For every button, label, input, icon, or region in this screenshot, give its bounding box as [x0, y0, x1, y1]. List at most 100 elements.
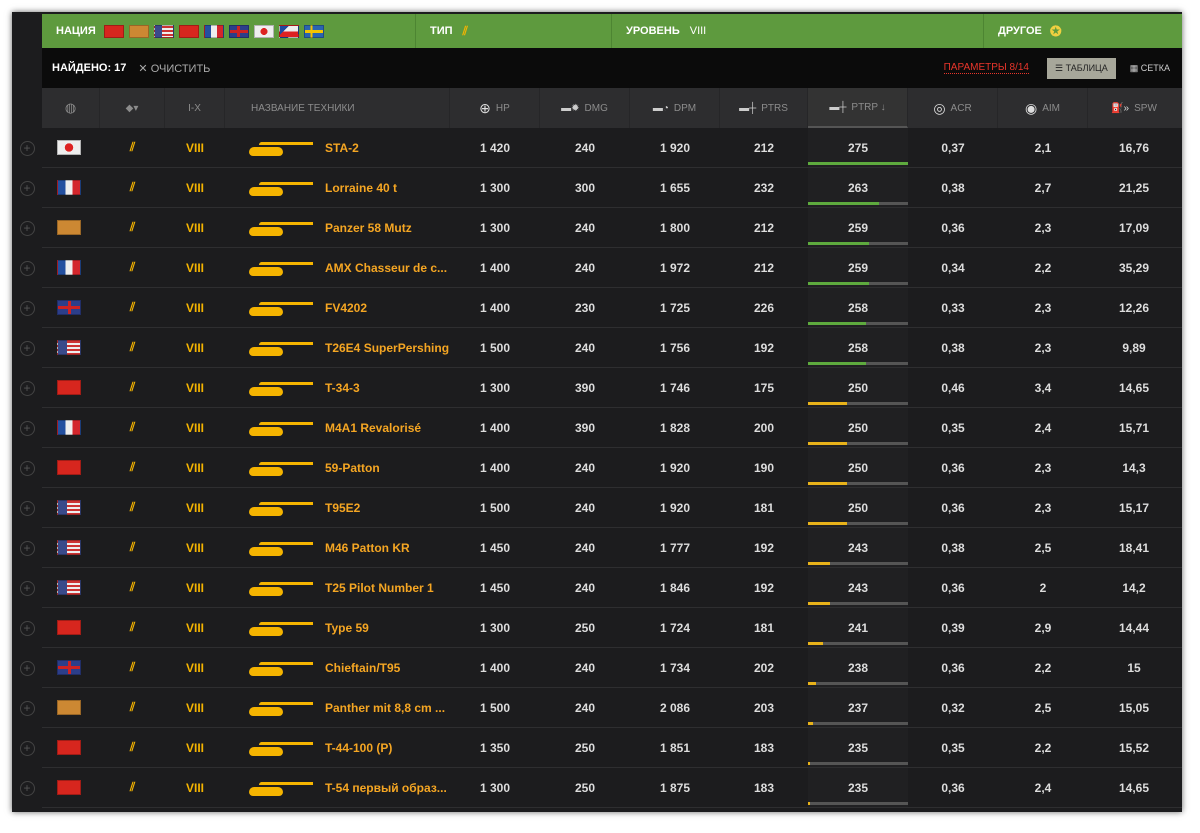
add-compare-button[interactable]: +: [12, 128, 42, 168]
vehicle-name-cell[interactable]: AMX Chasseur de c...: [225, 248, 450, 287]
add-compare-button[interactable]: +: [12, 768, 42, 808]
dpm-value: 2 086: [659, 700, 691, 715]
level-filter[interactable]: УРОВЕНЬ VIII: [612, 14, 984, 48]
vehicle-name: Chieftain/T95: [325, 660, 401, 675]
add-compare-button[interactable]: +: [12, 608, 42, 648]
parameters-link[interactable]: ПАРАМЕТРЫ 8/14: [943, 62, 1029, 74]
tier: VIII: [185, 140, 204, 155]
table-row[interactable]: + ⫽ VIII 59-Patton 1 400 240 1 920 190 250 0,…: [12, 448, 1182, 488]
table-row[interactable]: + ⫽ VIII FV4202 1 400 230 1 725 226 258 0,33 …: [12, 288, 1182, 328]
tier: VIII: [185, 660, 204, 675]
add-compare-button[interactable]: +: [12, 208, 42, 248]
flag-france-filter[interactable]: [203, 24, 224, 38]
vehicle-name-cell[interactable]: T95E2: [225, 488, 450, 527]
table-row[interactable]: + ⫽ VIII AMX Chasseur de c... 1 400 240 1 9…: [12, 248, 1182, 288]
column-dmg[interactable]: ▬✹ DMG: [540, 88, 630, 128]
spw-value: 14,44: [1118, 620, 1150, 635]
column-spw[interactable]: ⛽» SPW: [1088, 88, 1180, 128]
vehicle-name-cell[interactable]: Lorraine 40 t: [225, 168, 450, 207]
table-row[interactable]: + ⫽ VIII T-44-100 (P) 1 350 250 1 851 183 235…: [12, 728, 1182, 768]
vehicle-name-cell[interactable]: Type 59: [225, 608, 450, 647]
vehicle-name: 59-Patton: [325, 460, 380, 475]
flag-japan-filter[interactable]: [253, 24, 274, 38]
hp-value: 1 350: [479, 740, 511, 755]
vehicle-name-cell[interactable]: Panther mit 8,8 cm ...: [225, 688, 450, 727]
dpm-value: 1 725: [659, 300, 691, 315]
column-ptrp[interactable]: ▬┼ PTRP ↓: [808, 88, 908, 128]
add-compare-button[interactable]: +: [12, 488, 42, 528]
column-hp[interactable]: ⊕ HP: [450, 88, 540, 128]
column-nation[interactable]: ◍: [42, 88, 100, 128]
vehicle-name-cell[interactable]: T26E4 SuperPershing: [225, 328, 450, 367]
table-row[interactable]: + ⫽ VIII M4A1 Revalorisé 1 400 390 1 828 200…: [12, 408, 1182, 448]
table-row[interactable]: + ⫽ VIII T-54 первый образ... 1 300 250 1 8…: [12, 768, 1182, 808]
vehicle-name-cell[interactable]: M4A1 Revalorisé: [225, 408, 450, 447]
dmg-value: 240: [574, 700, 596, 715]
vehicle-name-cell[interactable]: T25 Pilot Number 1: [225, 568, 450, 607]
flag-sweden-filter[interactable]: [303, 24, 324, 38]
table-row[interactable]: + ⫽ VIII T26E4 SuperPershing 1 500 240 1 75…: [12, 328, 1182, 368]
grid-view-button[interactable]: ▦ СЕТКА: [1130, 63, 1170, 74]
dpm-value: 1 851: [659, 740, 691, 755]
table-row[interactable]: + ⫽ VIII Panzer 58 Mutz 1 300 240 1 800 212 2…: [12, 208, 1182, 248]
column-name[interactable]: НАЗВАНИЕ ТЕХНИКИ: [225, 88, 450, 128]
vehicle-name-cell[interactable]: Panzer 58 Mutz: [225, 208, 450, 247]
flag-czech-filter[interactable]: [278, 24, 299, 38]
flag-ussr-filter[interactable]: [103, 24, 124, 38]
add-compare-button[interactable]: +: [12, 688, 42, 728]
vehicle-name-cell[interactable]: 59-Patton: [225, 448, 450, 487]
other-filter[interactable]: ДРУГОЕ ✪: [984, 14, 1062, 48]
vehicle-name-cell[interactable]: T-34-3: [225, 368, 450, 407]
table-row[interactable]: + ⫽ VIII Chieftain/T95 1 400 240 1 734 202 23…: [12, 648, 1182, 688]
results-toolbar: НАЙДЕНО: 17 ✕ ОЧИСТИТЬ ПАРАМЕТРЫ 8/14 ☰ …: [42, 48, 1182, 88]
add-compare-button[interactable]: +: [12, 168, 42, 208]
column-tier[interactable]: I-X: [165, 88, 225, 128]
add-compare-button[interactable]: +: [12, 648, 42, 688]
add-compare-button[interactable]: +: [12, 728, 42, 768]
table-row[interactable]: + ⫽ VIII Lorraine 40 t 1 300 300 1 655 232 26…: [12, 168, 1182, 208]
flag-japan: [57, 140, 81, 155]
column-acr[interactable]: ◎ ACR: [908, 88, 998, 128]
add-compare-button[interactable]: +: [12, 248, 42, 288]
flag-china-filter[interactable]: [178, 24, 199, 38]
column-dpm[interactable]: ▬◔ DPM: [630, 88, 720, 128]
vehicle-name-cell[interactable]: STA-2: [225, 128, 450, 167]
table-row[interactable]: + ⫽ VIII Panther mit 8,8 cm ... 1 500 240 2…: [12, 688, 1182, 728]
add-compare-button[interactable]: +: [12, 568, 42, 608]
table-row[interactable]: + ⫽ VIII STA-2 1 420 240 1 920 212 275 0,37 2…: [12, 128, 1182, 168]
add-compare-button[interactable]: +: [12, 368, 42, 408]
ptrp-value: 237: [847, 700, 869, 715]
add-compare-button[interactable]: +: [12, 328, 42, 368]
vehicle-name-cell[interactable]: FV4202: [225, 288, 450, 327]
ptrs-value: 226: [753, 300, 775, 315]
table-row[interactable]: + ⫽ VIII T-34-3 1 300 390 1 746 175 250 0,46 …: [12, 368, 1182, 408]
column-ptrs[interactable]: ▬┼ PTRS: [720, 88, 808, 128]
add-compare-button[interactable]: +: [12, 448, 42, 488]
add-compare-button[interactable]: +: [12, 408, 42, 448]
vehicle-name-cell[interactable]: T-54 первый образ...: [225, 768, 450, 807]
flag-uk-filter[interactable]: [228, 24, 249, 38]
type-filter[interactable]: ТИП ⫽: [416, 14, 612, 48]
flag-germany-filter[interactable]: [128, 24, 149, 38]
hp-value: 1 400: [479, 420, 511, 435]
column-aim[interactable]: ◉ AIM: [998, 88, 1088, 128]
vehicle-name-cell[interactable]: M46 Patton KR: [225, 528, 450, 567]
tier: VIII: [185, 500, 204, 515]
acr-value: 0,36: [941, 220, 965, 235]
table-row[interactable]: + ⫽ VIII T25 Pilot Number 1 1 450 240 1 846…: [12, 568, 1182, 608]
table-row[interactable]: + ⫽ VIII M46 Patton KR 1 450 240 1 777 192 24…: [12, 528, 1182, 568]
vehicle-name-cell[interactable]: T-44-100 (P): [225, 728, 450, 767]
add-compare-button[interactable]: +: [12, 288, 42, 328]
table-view-button[interactable]: ☰ ТАБЛИЦА: [1047, 57, 1116, 79]
hp-value: 1 300: [479, 180, 511, 195]
dmg-value: 240: [574, 460, 596, 475]
flag-usa-filter[interactable]: [153, 24, 174, 38]
medium-tank-icon: ⫽: [129, 140, 136, 154]
vehicle-name-cell[interactable]: Chieftain/T95: [225, 648, 450, 687]
table-row[interactable]: + ⫽ VIII Type 59 1 300 250 1 724 181 241 0,39…: [12, 608, 1182, 648]
add-compare-button[interactable]: +: [12, 528, 42, 568]
hp-value: 1 450: [479, 540, 511, 555]
column-type[interactable]: ◆▾: [100, 88, 165, 128]
clear-button[interactable]: ✕ ОЧИСТИТЬ: [138, 62, 210, 75]
table-row[interactable]: + ⫽ VIII T95E2 1 500 240 1 920 181 250 0,36 2…: [12, 488, 1182, 528]
